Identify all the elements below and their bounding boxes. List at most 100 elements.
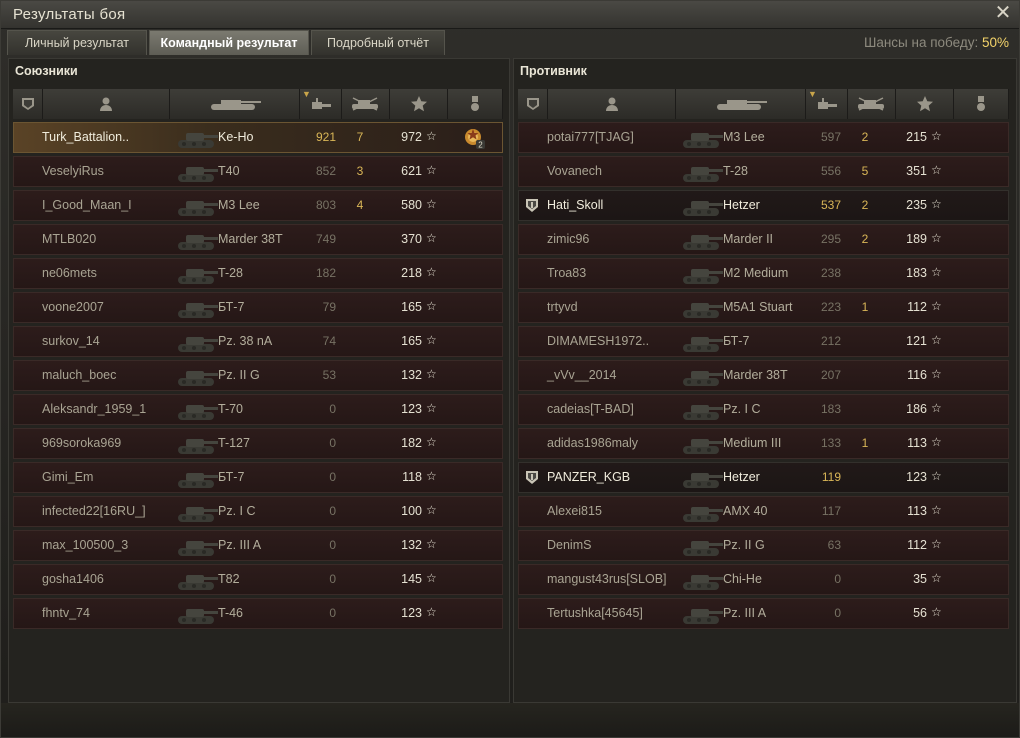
vehicle-name: Pz. II G — [218, 368, 260, 382]
player-row[interactable]: trtyvd M5A1 Stuart 223 1 112 ☆ — [518, 292, 1009, 323]
medal-icon[interactable] — [448, 89, 503, 119]
player-row[interactable]: MTLB020 Marder 38T 749 370 ☆ — [13, 224, 503, 255]
player-row[interactable]: mangust43rus[SLOB] Chi-He 0 35 ☆ — [518, 564, 1009, 595]
tab-team-result[interactable]: Командный результат — [149, 30, 309, 55]
tab-detailed-report[interactable]: Подробный отчёт — [311, 30, 445, 55]
kills-icon[interactable] — [848, 89, 896, 119]
vehicle-name: AMX 40 — [723, 504, 768, 518]
medal-icon[interactable]: 2 — [462, 126, 486, 150]
vehicle-icon — [679, 601, 725, 627]
kills-value: 2 — [861, 130, 869, 144]
damage-value: 803 — [315, 198, 336, 212]
vehicle-icon — [174, 397, 220, 423]
xp-value: 112 — [907, 538, 927, 552]
kills-value: 1 — [861, 436, 869, 450]
player-row[interactable]: adidas1986maly Medium III 133 1 113 ☆ — [518, 428, 1009, 459]
player-icon[interactable] — [548, 89, 676, 119]
xp-star-icon: ☆ — [426, 299, 437, 313]
player-row[interactable]: Aleksandr_1959_1 T-70 0 123 ☆ — [13, 394, 503, 425]
player-name: Aleksandr_1959_1 — [42, 402, 147, 416]
player-row[interactable]: cadeias[T-BAD] Pz. I C 183 186 ☆ — [518, 394, 1009, 425]
tank-icon[interactable] — [676, 89, 806, 119]
xp-value: 186 — [906, 402, 927, 416]
xp-star-icon: ☆ — [931, 503, 942, 517]
damage-value: 74 — [322, 334, 336, 348]
player-row[interactable]: I_Good_Maan_I M3 Lee 803 4 580 ☆ — [13, 190, 503, 221]
player-row[interactable]: infected22[16RU_] Pz. I C 0 100 ☆ — [13, 496, 503, 527]
player-row[interactable]: gosha1406 T82 0 145 ☆ — [13, 564, 503, 595]
player-row[interactable]: DIMAMESH1972.. БТ-7 212 121 ☆ — [518, 326, 1009, 357]
player-row[interactable]: Troa83 M2 Medium 238 183 ☆ — [518, 258, 1009, 289]
player-row[interactable]: Alexei815 AMX 40 117 113 ☆ — [518, 496, 1009, 527]
vehicle-icon — [679, 125, 725, 151]
player-row[interactable]: fhntv_74 T-46 0 123 ☆ — [13, 598, 503, 629]
bottom-bar — [1, 703, 1019, 737]
squad-icon[interactable] — [518, 89, 548, 119]
title-bar: Результаты боя ✕ — [1, 1, 1019, 29]
player-row[interactable]: PANZER_KGB Hetzer 119 123 ☆ — [518, 462, 1009, 493]
close-icon[interactable]: ✕ — [993, 2, 1013, 24]
vehicle-icon — [174, 261, 220, 287]
player-row[interactable]: potai777[TJAG] M3 Lee 597 2 215 ☆ — [518, 122, 1009, 153]
player-row[interactable]: Hati_Skoll Hetzer 537 2 235 ☆ — [518, 190, 1009, 221]
tank-icon[interactable] — [170, 89, 300, 119]
xp-star-icon: ☆ — [426, 333, 437, 347]
player-name: Turk_Battalion.. — [42, 130, 130, 144]
xp-value: 218 — [401, 266, 422, 280]
player-row[interactable]: 969soroka969 T-127 0 182 ☆ — [13, 428, 503, 459]
xp-value: 165 — [401, 300, 422, 314]
xp-star-icon[interactable] — [896, 89, 954, 119]
xp-star-icon: ☆ — [931, 605, 942, 619]
xp-star-icon: ☆ — [931, 231, 942, 245]
player-icon[interactable] — [43, 89, 170, 119]
player-name: voone2007 — [42, 300, 104, 314]
vehicle-icon — [174, 295, 220, 321]
player-row[interactable]: surkov_14 Pz. 38 nA 74 165 ☆ — [13, 326, 503, 357]
vehicle-icon — [679, 329, 725, 355]
xp-star-icon[interactable] — [390, 89, 448, 119]
player-row[interactable]: Vovanech T-28 556 5 351 ☆ — [518, 156, 1009, 187]
tab-personal-result[interactable]: Личный результат — [7, 30, 147, 55]
player-name: VeselyiRus — [42, 164, 104, 178]
xp-value: 113 — [907, 436, 927, 450]
damage-value: 53 — [322, 368, 336, 382]
player-row[interactable]: Turk_Battalion.. Ke-Ho 921 7 972 ☆ 2 — [13, 122, 503, 153]
damage-value: 0 — [329, 504, 336, 518]
player-row[interactable]: zimic96 Marder II 295 2 189 ☆ — [518, 224, 1009, 255]
xp-value: 183 — [906, 266, 927, 280]
svg-text:2: 2 — [478, 141, 483, 150]
kills-value: 1 — [861, 300, 869, 314]
medal-icon[interactable] — [954, 89, 1009, 119]
xp-star-icon: ☆ — [931, 265, 942, 279]
player-name: gosha1406 — [42, 572, 104, 586]
player-row[interactable]: Tertushka[45645] Pz. III A 0 56 ☆ — [518, 598, 1009, 629]
player-row[interactable]: maluch_boec Pz. II G 53 132 ☆ — [13, 360, 503, 391]
vehicle-name: T-127 — [218, 436, 250, 450]
damage-icon[interactable]: ▼ — [300, 89, 342, 119]
player-row[interactable]: max_100500_3 Pz. III A 0 132 ☆ — [13, 530, 503, 561]
player-name: _vVv__2014 — [547, 368, 617, 382]
player-row[interactable]: DenimS Pz. II G 63 112 ☆ — [518, 530, 1009, 561]
kills-value: 2 — [861, 232, 869, 246]
player-row[interactable]: Gimi_Em БТ-7 0 118 ☆ — [13, 462, 503, 493]
xp-star-icon: ☆ — [426, 367, 437, 381]
xp-star-icon: ☆ — [931, 163, 942, 177]
player-row[interactable]: VeselyiRus T40 852 3 621 ☆ — [13, 156, 503, 187]
xp-value: 145 — [401, 572, 422, 586]
enemies-panel: Противник ▼ potai777[TJAG] M3 Lee 597 2 215 ☆ V… — [513, 58, 1017, 703]
xp-star-icon: ☆ — [426, 571, 437, 585]
damage-icon[interactable]: ▼ — [806, 89, 848, 119]
kills-value: 4 — [356, 198, 364, 212]
player-row[interactable]: ne06mets T-28 182 218 ☆ — [13, 258, 503, 289]
player-row[interactable]: voone2007 БТ-7 79 165 ☆ — [13, 292, 503, 323]
win-chance-label: Шансы на победу: — [863, 35, 979, 50]
vehicle-icon — [174, 329, 220, 355]
vehicle-name: Hetzer — [723, 470, 760, 484]
player-row[interactable]: _vVv__2014 Marder 38T 207 116 ☆ — [518, 360, 1009, 391]
vehicle-name: T-28 — [218, 266, 244, 280]
kills-icon[interactable] — [342, 89, 390, 119]
squad-icon[interactable] — [13, 89, 43, 119]
damage-value: 183 — [820, 402, 841, 416]
vehicle-name: Marder 38T — [723, 368, 788, 382]
vehicle-name: Pz. 38 nA — [218, 334, 273, 348]
